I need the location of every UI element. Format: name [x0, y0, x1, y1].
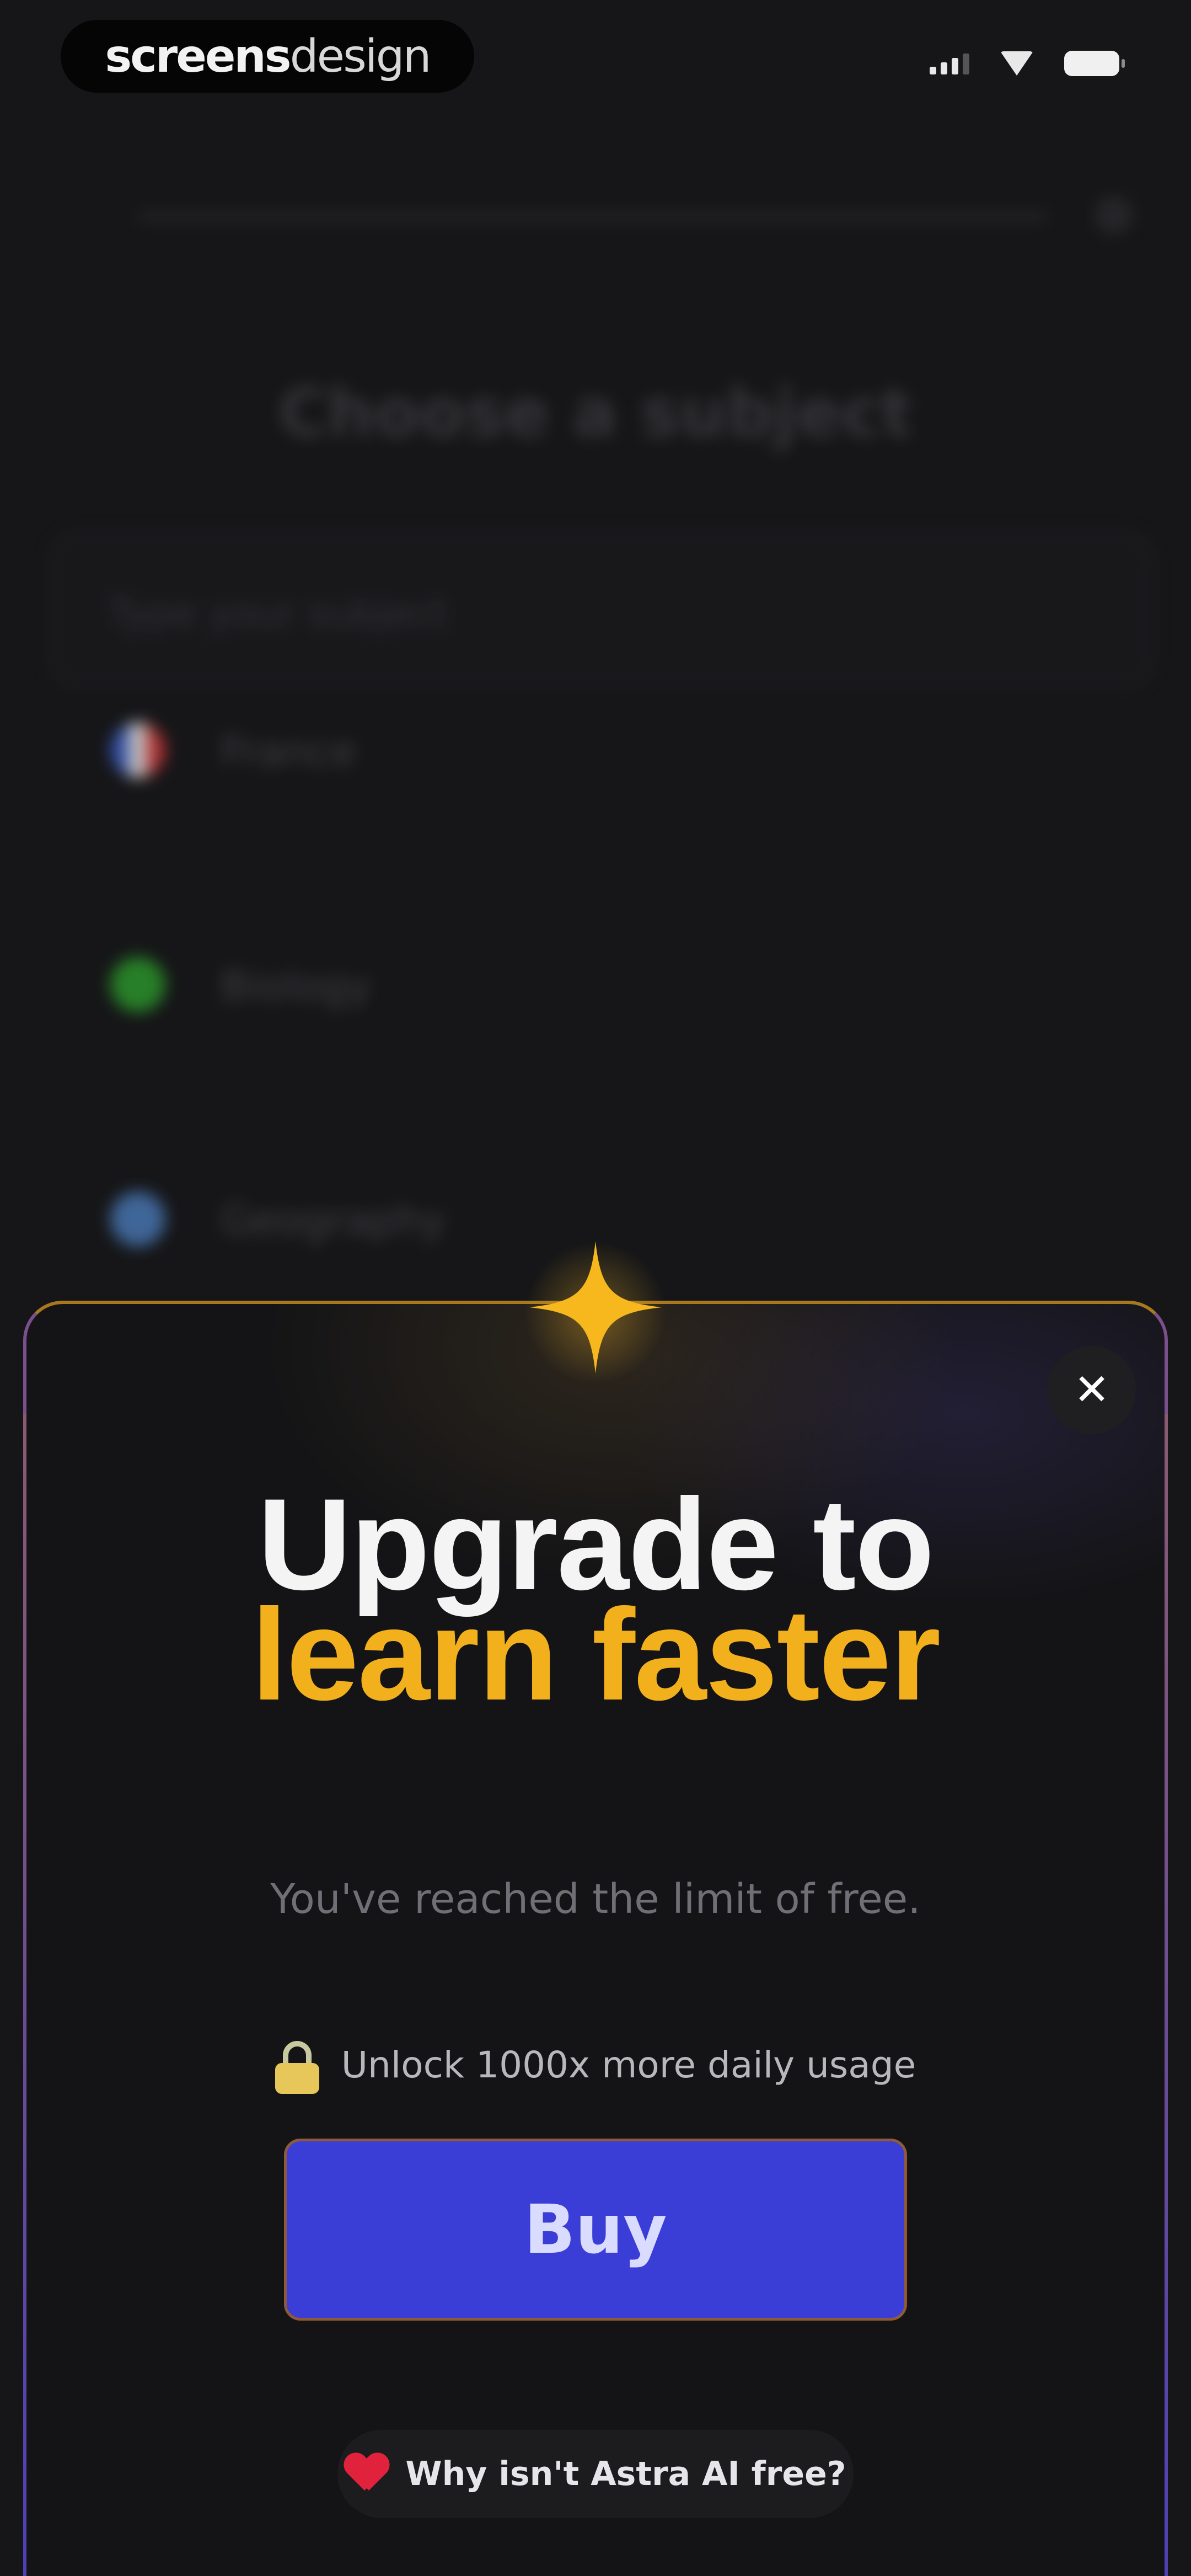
subject-item-label: Geography	[221, 1197, 446, 1244]
close-icon: ✕	[1074, 1365, 1110, 1415]
status-icons	[930, 51, 1125, 76]
subject-item-label: France	[221, 728, 357, 776]
france-flag-icon	[110, 723, 165, 778]
subject-search-field: Type your subject	[50, 532, 1154, 688]
subject-search-placeholder: Type your subject	[108, 591, 448, 636]
app-screen: Choose a subject Type your subject Franc…	[0, 0, 1191, 2576]
brand-bold-text: screens	[105, 30, 291, 83]
lock-icon	[275, 2041, 319, 2094]
upgrade-headline: Upgrade to learn faster	[0, 1479, 1191, 1728]
wifi-icon	[1000, 51, 1033, 76]
limit-message: You've reached the limit of free.	[270, 1875, 921, 1923]
background-close-icon	[1095, 196, 1133, 234]
unlock-benefit: Unlock 1000x more daily usage	[0, 2041, 1191, 2094]
sparkle-icon	[529, 1241, 662, 1373]
close-button[interactable]: ✕	[1048, 1346, 1136, 1434]
battery-icon	[1064, 51, 1125, 76]
background-title: Choose a subject	[278, 375, 913, 452]
biology-icon	[110, 957, 165, 1012]
subject-item: France	[66, 673, 1125, 827]
progress-bar	[138, 212, 1048, 221]
headline-line-2: learn faster	[251, 1582, 941, 1728]
cellular-signal-icon	[930, 52, 969, 74]
globe-icon	[110, 1191, 165, 1247]
brand-light-text: design	[289, 30, 432, 83]
subject-item: Biology	[66, 907, 1125, 1062]
screensdesign-logo: screens design	[61, 20, 474, 93]
heart-icon	[345, 2454, 389, 2494]
buy-button[interactable]: Buy	[284, 2139, 907, 2321]
why-not-free-button[interactable]: Why isn't Astra AI free?	[337, 2430, 854, 2518]
why-not-free-label: Why isn't Astra AI free?	[405, 2455, 846, 2493]
unlock-benefit-text: Unlock 1000x more daily usage	[341, 2043, 916, 2086]
subject-item-label: Biology	[221, 963, 372, 1010]
